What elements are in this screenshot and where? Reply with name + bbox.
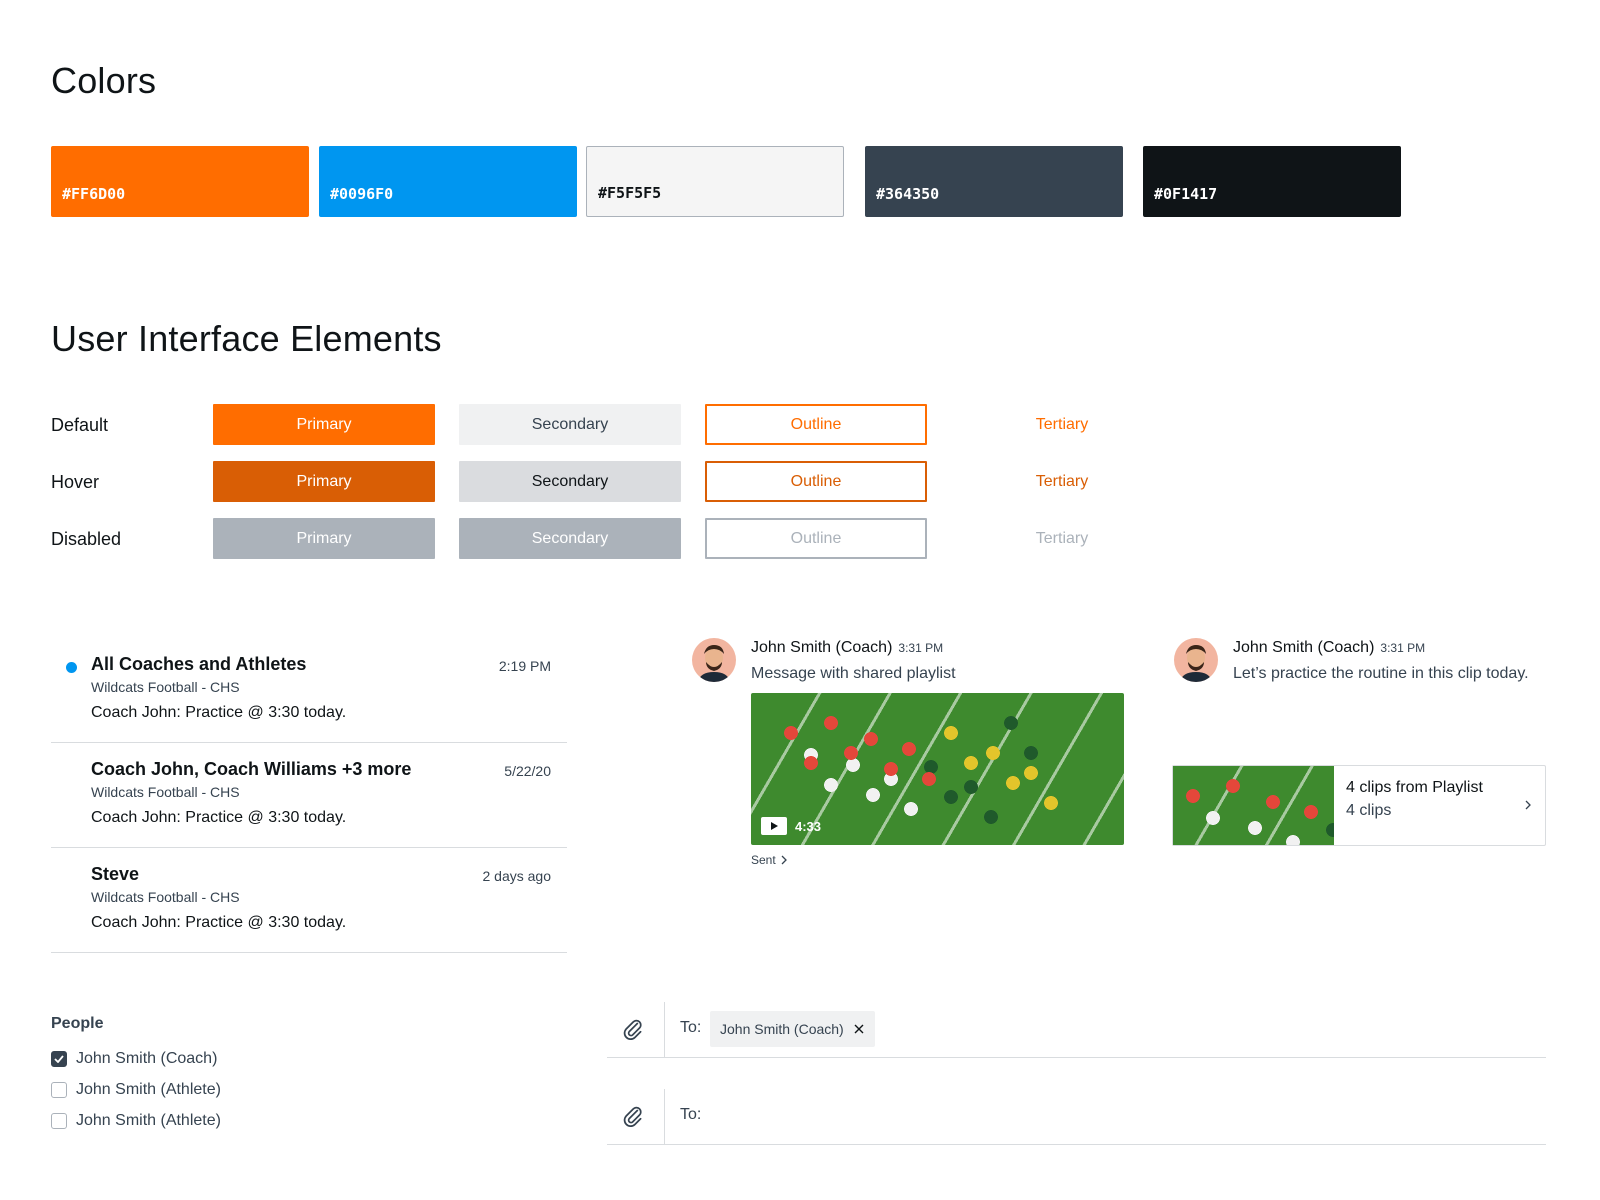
person-name: John Smith (Coach) <box>76 1050 218 1067</box>
people-checkbox-row[interactable]: John Smith (Athlete) <box>51 1110 221 1132</box>
recipient-chip-label: John Smith (Coach) <box>720 1021 844 1037</box>
checkbox[interactable] <box>51 1082 67 1098</box>
playlist-title: 4 clips from Playlist <box>1346 779 1483 796</box>
playlist-thumbnail <box>1173 766 1334 845</box>
tertiary-button-disabled: Tertiary <box>1035 529 1089 547</box>
unread-indicator <box>66 662 77 673</box>
conversation-title: Steve <box>91 864 140 884</box>
conversation-item[interactable]: All Coaches and Athletes Wildcats Footba… <box>51 638 567 743</box>
state-label-hover: Hover <box>51 472 100 492</box>
players-illustration <box>1173 766 1334 845</box>
person-name: John Smith (Athlete) <box>76 1112 221 1129</box>
field-divider <box>664 1089 665 1145</box>
conversation-team: Wildcats Football - CHS <box>91 679 240 695</box>
field-divider <box>664 1002 665 1058</box>
person-name: John Smith (Athlete) <box>76 1081 221 1098</box>
primary-button-default[interactable]: Primary <box>213 404 435 445</box>
chevron-right-icon <box>1525 800 1531 810</box>
state-label-default: Default <box>51 415 109 435</box>
people-checkbox-row[interactable]: John Smith (Athlete) <box>51 1079 221 1101</box>
tertiary-button-default[interactable]: Tertiary <box>951 404 1173 445</box>
playlist-card[interactable]: 4 clips from Playlist 4 clips <box>1172 765 1546 846</box>
play-icon <box>761 817 787 835</box>
colors-section-title: Colors <box>51 60 157 101</box>
conversation-preview: Coach John: Practice @ 3:30 today. <box>91 914 347 931</box>
conversation-time: 5/22/20 <box>504 763 551 779</box>
outline-button-hover[interactable]: Outline <box>705 461 927 502</box>
paperclip-icon[interactable] <box>620 1017 646 1043</box>
check-icon <box>54 1055 64 1063</box>
swatch-hex-label: #0096F0 <box>330 185 394 203</box>
message-status-label: Sent <box>751 853 776 867</box>
secondary-button-hover[interactable]: Secondary <box>459 461 681 502</box>
message-text: Let’s practice the routine in this clip … <box>1233 665 1529 682</box>
conversation-title: All Coaches and Athletes <box>91 654 307 674</box>
recipient-field-with-chip[interactable]: To: John Smith (Coach) <box>607 1002 1546 1058</box>
chevron-right-icon <box>781 855 787 865</box>
checkbox-checked[interactable] <box>51 1051 67 1067</box>
video-thumbnail[interactable]: 4:33 <box>751 693 1124 845</box>
conversation-item[interactable]: Steve Wildcats Football - CHS Coach John… <box>51 848 567 953</box>
ui-elements-section-title: User Interface Elements <box>51 318 442 359</box>
recipient-field-empty[interactable]: To: <box>607 1089 1546 1145</box>
primary-button-disabled: Primary <box>213 518 435 559</box>
checkbox[interactable] <box>51 1113 67 1129</box>
players-illustration <box>791 733 1124 845</box>
message-text: Message with shared playlist <box>751 665 956 682</box>
message-time: 3:31 PM <box>898 641 944 655</box>
color-swatch-slate: #364350 <box>865 146 1123 217</box>
sender-name: John Smith (Coach) <box>751 639 893 656</box>
message-time: 3:31 PM <box>1380 641 1426 655</box>
conversation-preview: Coach John: Practice @ 3:30 today. <box>91 704 347 721</box>
sender-name: John Smith (Coach) <box>1233 639 1375 656</box>
paperclip-icon[interactable] <box>620 1104 646 1130</box>
primary-button-hover[interactable]: Primary <box>213 461 435 502</box>
playlist-count: 4 clips <box>1346 802 1392 819</box>
swatch-hex-label: #F5F5F5 <box>598 184 662 202</box>
message-sender: John Smith (Coach) 3:31 PM <box>1233 639 1425 657</box>
outline-button-default[interactable]: Outline <box>705 404 927 445</box>
close-icon[interactable] <box>853 1023 865 1035</box>
recipient-chip[interactable]: John Smith (Coach) <box>710 1011 875 1047</box>
swatch-hex-label: #0F1417 <box>1154 185 1218 203</box>
swatch-hex-label: #FF6D00 <box>62 185 126 203</box>
to-label: To: <box>680 1106 702 1123</box>
conversation-title: Coach John, Coach Williams +3 more <box>91 759 412 779</box>
conversation-time: 2 days ago <box>482 868 552 884</box>
message-sender: John Smith (Coach) 3:31 PM <box>751 639 943 657</box>
video-duration: 4:33 <box>795 819 822 834</box>
secondary-button-default[interactable]: Secondary <box>459 404 681 445</box>
to-label: To: <box>680 1019 702 1036</box>
secondary-button-disabled: Secondary <box>459 518 681 559</box>
color-swatch-orange: #FF6D00 <box>51 146 309 217</box>
person-icon <box>698 645 730 682</box>
conversation-item[interactable]: Coach John, Coach Williams +3 more Wildc… <box>51 743 567 848</box>
swatch-hex-label: #364350 <box>876 185 940 203</box>
state-label-disabled: Disabled <box>51 529 122 549</box>
conversation-team: Wildcats Football - CHS <box>91 889 240 905</box>
conversation-time: 2:19 PM <box>498 658 551 674</box>
tertiary-button-hover[interactable]: Tertiary <box>951 461 1173 502</box>
conversation-preview: Coach John: Practice @ 3:30 today. <box>91 809 347 826</box>
avatar[interactable] <box>692 638 736 682</box>
outline-button-disabled: Outline <box>705 518 927 559</box>
color-swatch-blue: #0096F0 <box>319 146 577 217</box>
avatar[interactable] <box>1174 638 1218 682</box>
person-icon <box>1180 645 1212 682</box>
conversation-team: Wildcats Football - CHS <box>91 784 240 800</box>
color-swatch-light-gray: #F5F5F5 <box>586 146 844 217</box>
people-section-title: People <box>51 1015 104 1032</box>
people-checkbox-row[interactable]: John Smith (Coach) <box>51 1048 217 1070</box>
color-swatch-black: #0F1417 <box>1143 146 1401 217</box>
message-status[interactable]: Sent <box>751 853 789 867</box>
